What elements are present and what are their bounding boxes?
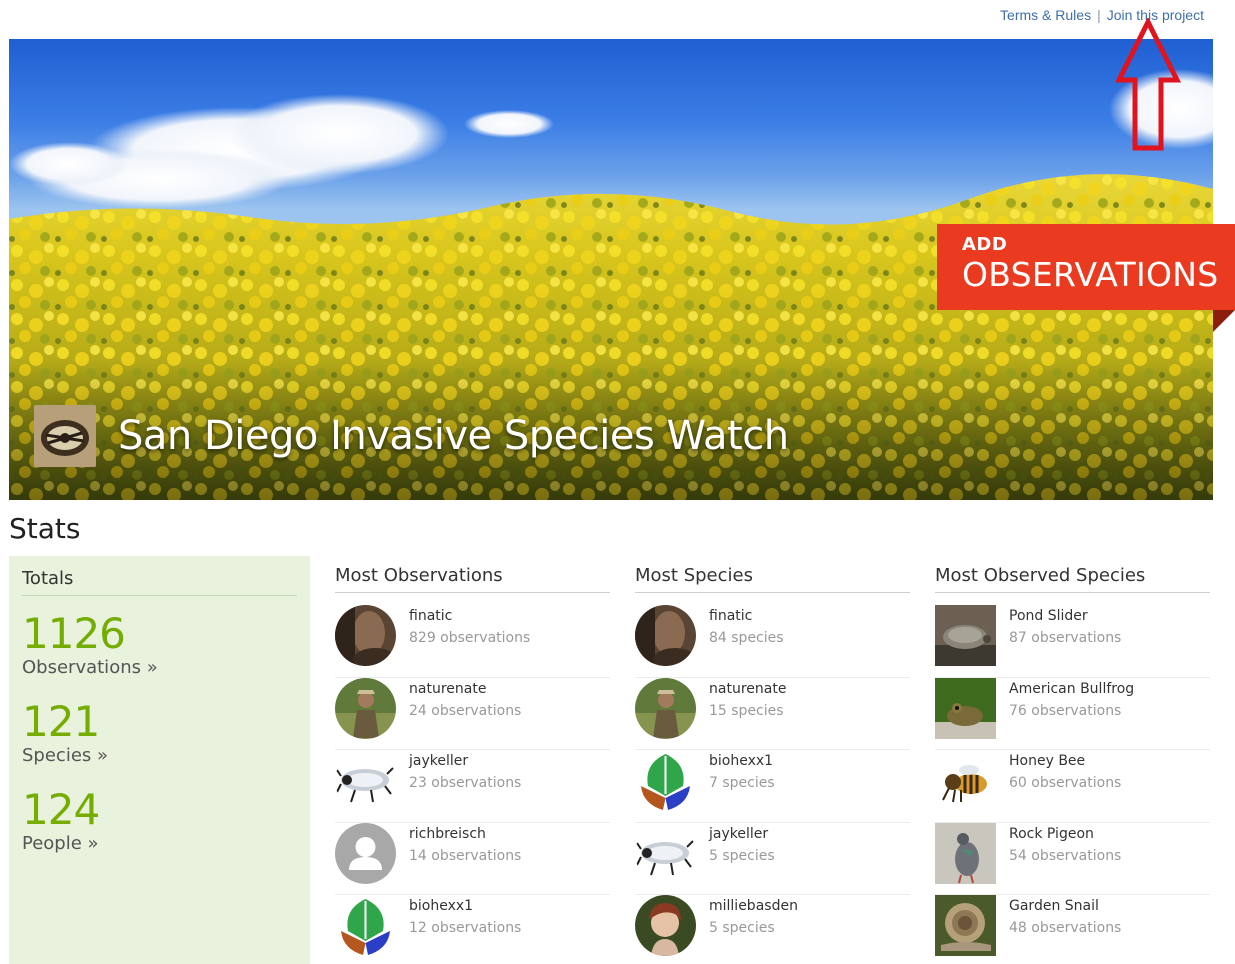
- observation-count: 14 observations: [409, 847, 522, 864]
- observation-count: 23 observations: [409, 775, 522, 791]
- user-name[interactable]: naturenate: [709, 681, 786, 697]
- observation-count: 48 observations: [1009, 920, 1122, 936]
- list-item[interactable]: American Bullfrog 76 observations: [935, 677, 1210, 750]
- list-item[interactable]: jaykeller 5 species: [635, 822, 910, 895]
- most-observations-column: Most Observations finatic 829 observation…: [335, 565, 610, 964]
- species-count: 5 species: [709, 920, 775, 936]
- user-name[interactable]: finatic: [709, 608, 784, 624]
- leaf-logo-icon[interactable]: [335, 895, 396, 956]
- total-species: 121 Species »: [22, 699, 297, 767]
- totals-heading: Totals: [22, 568, 297, 596]
- default-person-icon[interactable]: [335, 822, 396, 884]
- species-name[interactable]: American Bullfrog: [1009, 681, 1134, 697]
- ribbon-fold: [1213, 310, 1235, 332]
- most-species-column: Most Species finatic 84 species naturenat…: [635, 565, 910, 964]
- species-link[interactable]: Species »: [22, 745, 108, 766]
- list-item[interactable]: naturenate 15 species: [635, 677, 910, 750]
- user-photo-icon[interactable]: [635, 605, 696, 666]
- species-name[interactable]: Rock Pigeon: [1009, 826, 1121, 842]
- beetle-icon[interactable]: [635, 822, 696, 884]
- most-species-heading: Most Species: [635, 565, 910, 593]
- total-observations: 1126 Observations »: [22, 611, 297, 679]
- total-people: 124 People »: [22, 787, 297, 855]
- project-title: San Diego Invasive Species Watch: [118, 413, 789, 459]
- total-people-number: 124: [22, 785, 100, 834]
- up-arrow-annotation-icon: [1115, 18, 1181, 151]
- user-photo-icon[interactable]: [635, 895, 696, 956]
- most-observed-species-column: Most Observed Species Pond Slider 87 obse…: [935, 565, 1210, 964]
- list-item[interactable]: jaykeller 23 observations: [335, 750, 610, 823]
- list-item[interactable]: naturenate 24 observations: [335, 677, 610, 750]
- list-item[interactable]: Garden Snail 48 observations: [935, 895, 1210, 964]
- list-item[interactable]: richbreisch 14 observations: [335, 822, 610, 895]
- list-item[interactable]: biohexx1 12 observations: [335, 895, 610, 964]
- observation-count: 24 observations: [409, 702, 522, 719]
- observation-count: 829 observations: [409, 630, 531, 646]
- project-title-group: San Diego Invasive Species Watch: [34, 405, 789, 467]
- most-observations-heading: Most Observations: [335, 565, 610, 593]
- add-observations-line1: ADD: [962, 234, 1008, 255]
- totals-panel: Totals 1126 Observations » 121 Species »…: [9, 556, 310, 964]
- leaf-logo-icon[interactable]: [635, 750, 696, 811]
- observation-count: 12 observations: [409, 920, 522, 936]
- list-item[interactable]: Honey Bee 60 observations: [935, 750, 1210, 823]
- list-item[interactable]: Rock Pigeon 54 observations: [935, 822, 1210, 895]
- user-photo-icon[interactable]: [335, 605, 396, 666]
- link-separator: |: [1097, 7, 1101, 23]
- observations-link[interactable]: Observations »: [22, 657, 158, 678]
- total-species-number: 121: [22, 697, 100, 746]
- user-name[interactable]: milliebasden: [709, 898, 798, 914]
- species-count: 84 species: [709, 630, 784, 646]
- user-photo-icon[interactable]: [335, 677, 396, 739]
- beetle-icon[interactable]: [335, 750, 396, 811]
- list-item[interactable]: milliebasden 5 species: [635, 895, 910, 964]
- list-item[interactable]: finatic 829 observations: [335, 605, 610, 678]
- species-name[interactable]: Pond Slider: [1009, 608, 1121, 624]
- turtle-photo-icon[interactable]: [935, 605, 996, 666]
- species-count: 7 species: [709, 775, 775, 791]
- observation-count: 60 observations: [1009, 775, 1122, 791]
- most-observed-species-heading: Most Observed Species: [935, 565, 1210, 593]
- observation-count: 87 observations: [1009, 630, 1122, 646]
- list-item[interactable]: biohexx1 7 species: [635, 750, 910, 823]
- user-name[interactable]: biohexx1: [409, 898, 521, 914]
- frog-photo-icon[interactable]: [935, 677, 996, 739]
- user-name[interactable]: finatic: [409, 608, 530, 624]
- species-name[interactable]: Honey Bee: [1009, 753, 1121, 769]
- species-name[interactable]: Garden Snail: [1009, 898, 1121, 914]
- project-icon: [34, 405, 96, 467]
- user-photo-icon[interactable]: [635, 677, 696, 739]
- terms-rules-link[interactable]: Terms & Rules: [1000, 7, 1091, 23]
- species-count: 5 species: [709, 847, 775, 864]
- user-name[interactable]: naturenate: [409, 681, 521, 697]
- user-name[interactable]: jaykeller: [709, 826, 775, 842]
- add-observations-line2: OBSERVATIONS: [962, 255, 1219, 294]
- list-item[interactable]: finatic 84 species: [635, 605, 910, 678]
- stats-heading: Stats: [9, 512, 81, 545]
- list-item[interactable]: Pond Slider 87 observations: [935, 605, 1210, 678]
- pigeon-photo-icon[interactable]: [935, 822, 996, 884]
- user-name[interactable]: richbreisch: [409, 826, 521, 842]
- species-count: 15 species: [709, 702, 784, 719]
- user-name[interactable]: biohexx1: [709, 753, 775, 769]
- observation-count: 54 observations: [1009, 847, 1122, 864]
- people-link[interactable]: People »: [22, 833, 99, 854]
- bee-photo-icon[interactable]: [935, 750, 996, 811]
- snail-photo-icon[interactable]: [935, 895, 996, 956]
- add-observations-button[interactable]: ADD OBSERVATIONS: [937, 224, 1235, 310]
- observation-count: 76 observations: [1009, 702, 1122, 719]
- total-observations-number: 1126: [22, 609, 126, 658]
- user-name[interactable]: jaykeller: [409, 753, 521, 769]
